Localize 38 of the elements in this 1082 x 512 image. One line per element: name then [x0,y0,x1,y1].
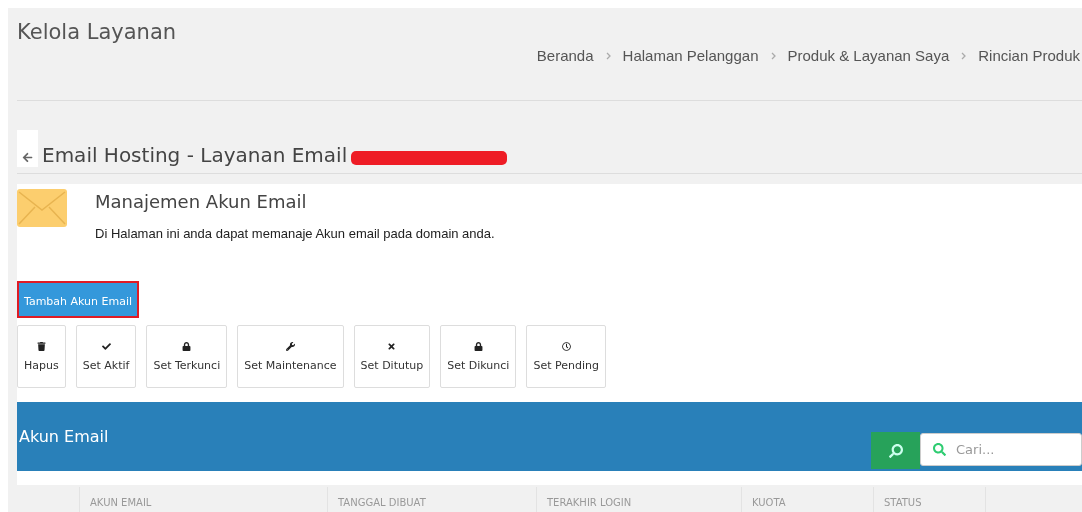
clock-icon [561,341,571,351]
lock-icon [182,341,192,351]
action-button[interactable]: Set Pending [526,325,606,388]
arrow-left-icon [22,152,33,163]
column-header: TERAKHIR LOGIN [537,487,742,512]
search-icon [933,443,946,456]
chevron-icon [961,51,967,60]
check-icon [101,341,111,351]
page-heading: Email Hosting - Layanan Email [42,143,348,167]
search-icon [888,443,903,458]
close-icon [387,341,397,351]
column-header: STATUS [874,487,986,512]
chevron-icon [770,51,776,60]
breadcrumb-link[interactable]: Produk & Layanan Saya [787,47,950,64]
breadcrumb-link[interactable]: Rincian Produk [978,47,1080,64]
column-header: AKUN EMAIL [80,487,328,512]
page-title: Kelola Layanan [17,19,178,44]
search-button[interactable] [871,432,920,469]
column-header: TANGGAL DIBUAT [328,487,537,512]
action-button[interactable]: Set Dikunci [440,325,517,388]
wrench-icon [285,341,295,351]
action-button[interactable]: Set Maintenance [237,325,344,388]
action-button[interactable]: Hapus [17,325,66,388]
chevron-icon [605,51,611,60]
back-button[interactable] [17,130,38,167]
section-description: Di Halaman ini anda dapat memanaje Akun email pada domain anda. [95,226,495,241]
section-title: Manajemen Akun Email [95,191,308,212]
breadcrumb-link[interactable]: Halaman Pelanggan [622,47,759,64]
trash-icon [36,341,46,351]
search-field[interactable]: Cari... [920,433,1082,466]
breadcrumb-link[interactable]: Beranda [536,47,594,64]
panel-title: Akun Email [19,427,109,446]
column-header: KUOTA [742,487,874,512]
action-button[interactable]: Set Ditutup [353,325,431,388]
action-button[interactable]: Set Aktif [75,325,137,388]
envelope-icon [17,189,67,227]
action-button[interactable]: Set Terkunci [146,325,228,388]
lock-icon [473,341,483,351]
